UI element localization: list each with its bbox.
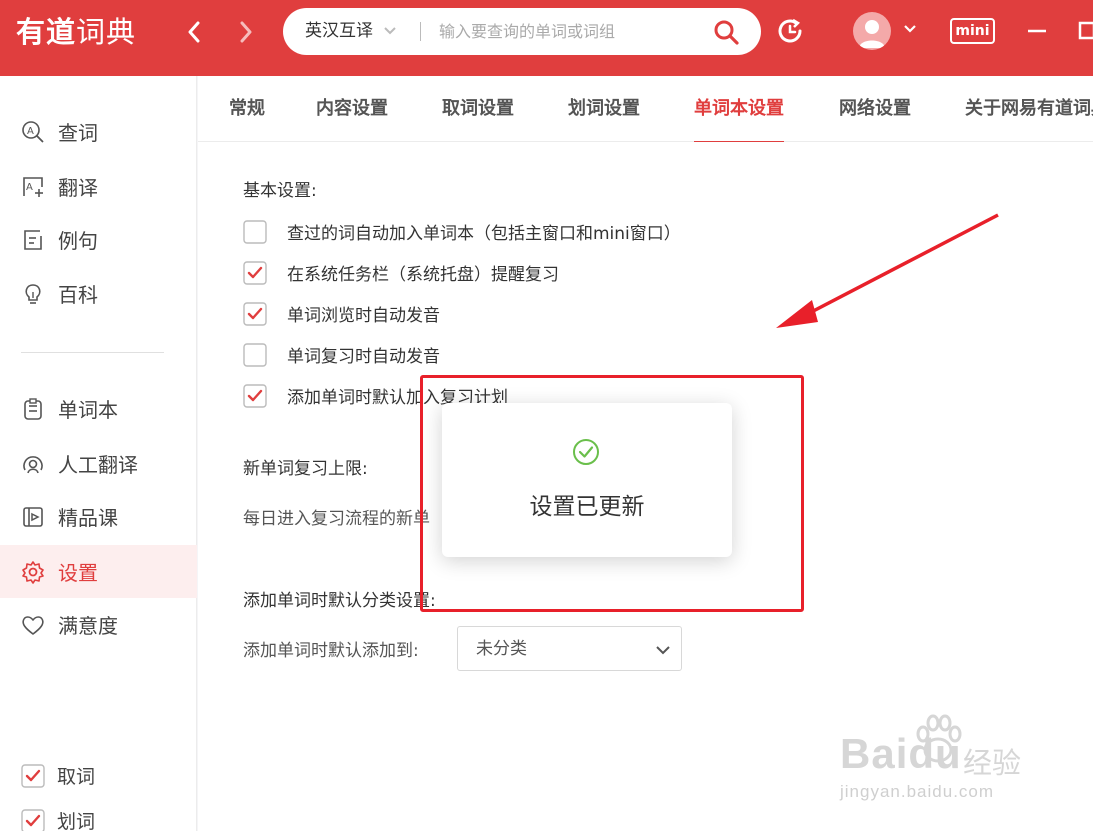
option-tray-reminder[interactable]: 在系统任务栏（系统托盘）提醒复习 [243, 260, 559, 285]
bulb-icon [20, 281, 46, 307]
back-button[interactable] [180, 18, 208, 46]
tab-about[interactable]: 关于网易有道词典 [965, 76, 1093, 142]
sidebar-item-human-translate[interactable]: 人工翻译 [0, 437, 197, 490]
review-limit-desc: 每日进入复习流程的新单 [243, 509, 430, 529]
tab-wordbook[interactable]: 单词本设置 [694, 76, 784, 143]
sidebar-item-label: 精品课 [58, 506, 118, 530]
forward-button[interactable] [232, 18, 260, 46]
category-select-value: 未分类 [476, 639, 527, 659]
tab-general[interactable]: 常规 [229, 76, 265, 142]
search-divider [420, 22, 421, 41]
sidebar-item-settings[interactable]: 设置 [0, 545, 197, 598]
app-logo: 有道词典 [16, 12, 136, 52]
sidebar-item-label: 设置 [58, 561, 98, 585]
avatar[interactable] [853, 12, 891, 50]
sidebar-item-label: 人工翻译 [58, 453, 138, 477]
review-limit-title: 新单词复习上限: [243, 459, 368, 479]
sidebar-divider [21, 352, 164, 353]
watermark-cn: 经验 [963, 746, 1022, 780]
translate-icon: A [20, 174, 46, 200]
search-word-icon: A [20, 119, 46, 145]
title-bar: 有道词典 英汉互译 mini [0, 0, 1093, 76]
maximize-icon[interactable] [1078, 21, 1093, 41]
course-icon [20, 504, 46, 530]
basic-settings-title: 基本设置: [243, 181, 317, 201]
sidebar-item-label: 例句 [58, 229, 98, 253]
search-icon [714, 20, 739, 45]
tab-selection[interactable]: 划词设置 [568, 76, 640, 142]
wordbook-icon [20, 396, 46, 422]
gear-icon [20, 559, 46, 585]
category-label: 添加单词时默认添加到: [243, 641, 419, 661]
checkbox-checked-icon[interactable] [243, 383, 267, 408]
mini-mode-button[interactable]: mini [950, 18, 995, 44]
settings-updated-toast: 设置已更新 [442, 403, 732, 557]
lang-select[interactable]: 英汉互译 [305, 8, 373, 55]
checkbox-checked-icon[interactable] [21, 763, 45, 788]
checkbox-checked-icon[interactable] [243, 301, 267, 326]
svg-text:A: A [26, 182, 33, 193]
option-browse-pronounce[interactable]: 单词浏览时自动发音 [243, 301, 440, 326]
check-circle-icon [573, 439, 599, 465]
logo-sub: 词典 [76, 15, 137, 49]
watermark-brand: Baidu [840, 730, 962, 777]
search-box: 英汉互译 [283, 8, 761, 55]
toggle-select-word[interactable]: 划词 [21, 807, 95, 831]
chevron-down-icon[interactable] [383, 23, 397, 39]
chevron-right-icon [240, 21, 252, 43]
tab-content[interactable]: 内容设置 [316, 76, 388, 142]
sidebar-item-satisfaction[interactable]: 满意度 [0, 598, 197, 651]
human-translate-icon [20, 451, 46, 477]
option-label: 在系统任务栏（系统托盘）提醒复习 [287, 265, 559, 285]
sidebar-item-label: 满意度 [58, 614, 118, 638]
sidebar-item-courses[interactable]: 精品课 [0, 490, 197, 543]
checkbox-unchecked-icon[interactable] [243, 219, 267, 244]
option-label: 单词浏览时自动发音 [287, 306, 440, 326]
toggle-label: 划词 [57, 811, 96, 831]
minimize-icon[interactable] [1027, 21, 1047, 41]
sidebar-item-wordbook[interactable]: 单词本 [0, 382, 197, 435]
sidebar-item-label: 百科 [58, 283, 98, 307]
tab-network[interactable]: 网络设置 [839, 76, 911, 142]
checkbox-unchecked-icon[interactable] [243, 342, 267, 367]
sidebar-item-label: 查词 [58, 121, 98, 145]
option-review-pronounce[interactable]: 单词复习时自动发音 [243, 342, 440, 367]
example-icon [20, 227, 46, 253]
svg-text:A: A [27, 126, 34, 137]
toast-message: 设置已更新 [529, 494, 645, 520]
option-label: 单词复习时自动发音 [287, 347, 440, 367]
sidebar-item-lookup[interactable]: A 查词 [0, 105, 197, 158]
search-input[interactable] [439, 17, 699, 46]
logo-main: 有道 [16, 15, 77, 49]
search-button[interactable] [711, 17, 741, 47]
baidu-watermark: Baidu 经验 jingyan.baidu.com [840, 712, 1040, 807]
toggle-label: 取词 [57, 766, 96, 788]
sidebar-item-encyclopedia[interactable]: 百科 [0, 267, 197, 320]
sidebar-item-label: 翻译 [58, 176, 98, 200]
chevron-down-icon[interactable] [903, 22, 917, 36]
option-auto-add-wordbook[interactable]: 查过的词自动加入单词本（包括主窗口和mini窗口） [243, 219, 681, 244]
category-select[interactable]: 未分类 [457, 626, 682, 671]
chevron-left-icon [188, 21, 200, 43]
sidebar: A 查词 A 翻译 例句 百科 单词本 人工翻译 精品课 设置 满意度 取词 划… [0, 76, 197, 831]
chevron-down-icon [656, 646, 670, 655]
category-settings-title: 添加单词时默认分类设置: [243, 591, 436, 611]
option-label: 查过的词自动加入单词本（包括主窗口和mini窗口） [287, 224, 681, 244]
sidebar-item-examples[interactable]: 例句 [0, 213, 197, 266]
toggle-capture-word[interactable]: 取词 [21, 762, 95, 789]
user-icon [859, 20, 885, 48]
checkbox-checked-icon[interactable] [21, 808, 45, 831]
tab-capture[interactable]: 取词设置 [442, 76, 514, 142]
checkbox-checked-icon[interactable] [243, 260, 267, 285]
sidebar-item-label: 单词本 [58, 398, 118, 422]
heart-icon [20, 612, 46, 638]
watermark-url: jingyan.baidu.com [840, 782, 995, 801]
settings-tabs: 常规 内容设置 取词设置 划词设置 单词本设置 网络设置 关于网易有道词典 [198, 76, 1093, 143]
history-icon[interactable] [776, 17, 804, 45]
sidebar-item-translate[interactable]: A 翻译 [0, 160, 197, 213]
